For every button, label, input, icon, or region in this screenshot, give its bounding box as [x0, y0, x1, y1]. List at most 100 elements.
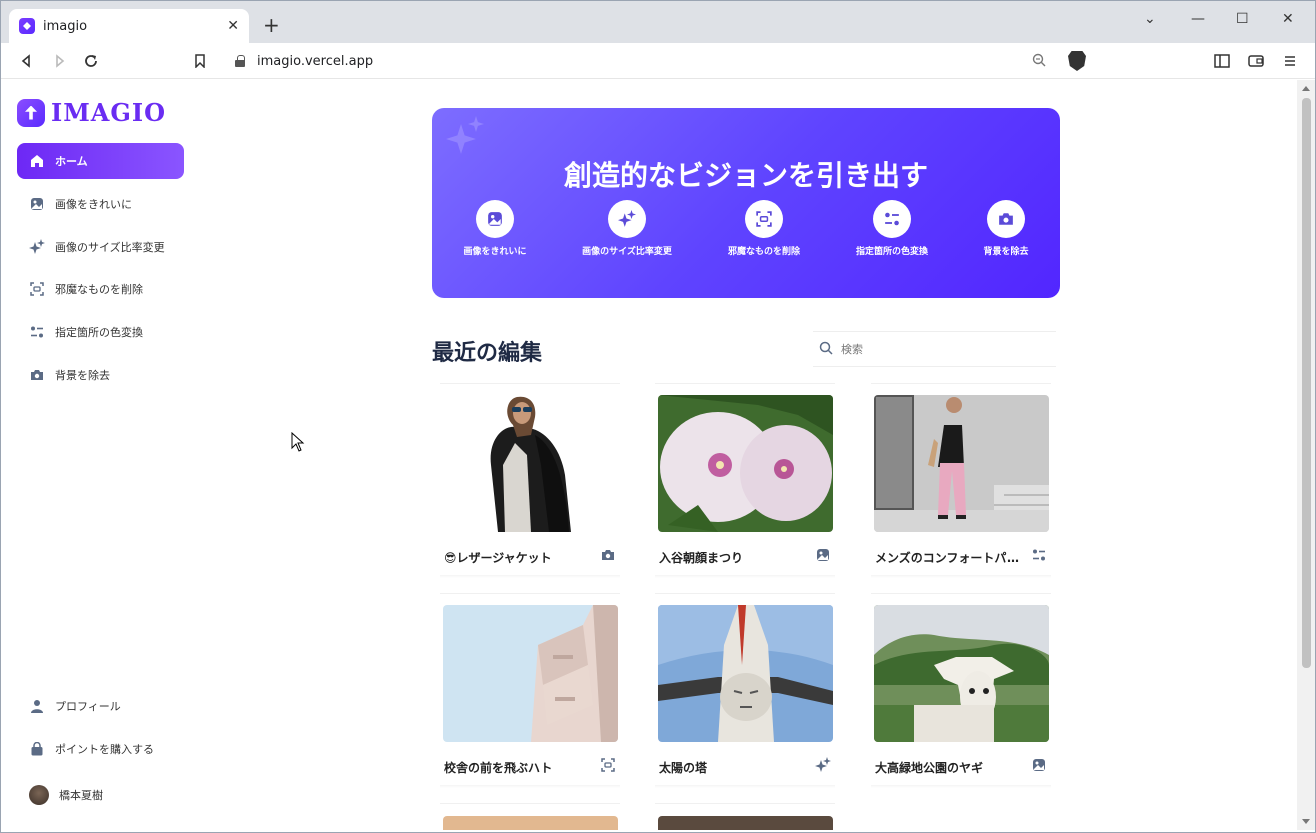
search-icon: [819, 340, 833, 359]
back-button[interactable]: [17, 51, 37, 71]
url-text: imagio.vercel.app: [257, 53, 374, 69]
scroll-down-icon[interactable]: [1302, 819, 1310, 824]
card-shadow: [440, 575, 620, 578]
sidebar-toggle-icon[interactable]: [1212, 51, 1232, 71]
mouse-cursor-icon: [291, 431, 305, 456]
logo-mark-icon: [17, 98, 45, 127]
bag-icon: [29, 741, 45, 757]
sidebar-item-label: 邪魔なものを削除: [55, 283, 143, 296]
card-thumbnail-partial[interactable]: [443, 816, 618, 830]
image-icon: [29, 196, 45, 212]
forward-button[interactable]: [49, 51, 69, 71]
divider: [440, 383, 620, 384]
tab-title: imagio: [43, 18, 88, 34]
recent-card[interactable]: 入谷朝顔まつり: [647, 383, 837, 578]
account-name: 橋本夏樹: [59, 789, 103, 802]
page-scrollbar[interactable]: [1297, 80, 1315, 830]
card-title: 太陽の塔: [659, 761, 708, 775]
card-thumbnail-tower-of-sun[interactable]: [658, 605, 833, 742]
erase-icon: [600, 757, 616, 773]
scroll-up-icon[interactable]: [1302, 86, 1310, 91]
card-thumbnail-partial[interactable]: [658, 816, 833, 830]
card-shadow: [655, 785, 835, 788]
sidebar-item-label: プロフィール: [55, 700, 121, 713]
reload-button[interactable]: [81, 51, 101, 71]
zoom-icon[interactable]: [1032, 53, 1046, 71]
hero-action-remove-background[interactable]: 背景を除去: [936, 200, 1060, 257]
hero-action-label: 背景を除去: [983, 247, 1029, 257]
sidebar-item-label: ホーム: [55, 155, 88, 168]
hero-action-label: 邪魔なものを削除: [727, 247, 800, 257]
recent-card[interactable]: メンズのコンフォートパンツ: [863, 383, 1053, 578]
imagio-logo[interactable]: IMAGIO: [17, 98, 166, 127]
recent-card[interactable]: 大高緑地公園のヤギ: [863, 593, 1053, 788]
divider: [655, 383, 835, 384]
menu-icon[interactable]: [1280, 51, 1300, 71]
hero-banner: 創造的なビジョンを引き出す 画像をきれいに 画像のサイズ比率変更 邪魔なものを削…: [432, 108, 1060, 298]
maximize-button[interactable]: ☐: [1236, 11, 1249, 27]
sidebar-item-enhance[interactable]: 画像をきれいに: [17, 186, 184, 222]
browser-window: imagio ✕ + ⌄ — ☐ ✕ imagio.vercel.app IMA…: [0, 0, 1316, 833]
imagio-favicon-icon: [19, 18, 35, 34]
hero-action-remove-object[interactable]: 邪魔なものを削除: [694, 200, 834, 257]
recent-card[interactable]: 太陽の塔: [647, 593, 837, 788]
sidebar-item-profile[interactable]: プロフィール: [17, 688, 184, 724]
sidebar-item-label: 画像をきれいに: [55, 198, 132, 211]
card-shadow: [871, 785, 1051, 788]
card-thumbnail-comfort-pants[interactable]: [874, 395, 1049, 532]
erase-icon: [745, 200, 783, 238]
user-icon: [29, 698, 45, 714]
card-thumbnail-leather-jacket[interactable]: [443, 395, 618, 532]
sidebar-item-resize[interactable]: 画像のサイズ比率変更: [17, 229, 184, 265]
wallet-icon[interactable]: [1246, 51, 1266, 71]
search-input[interactable]: [841, 342, 1041, 356]
new-tab-button[interactable]: +: [263, 15, 280, 35]
hero-action-enhance[interactable]: 画像をきれいに: [432, 200, 565, 257]
card-title: 😎レザージャケット: [444, 551, 552, 565]
sidebar-item-account[interactable]: 橋本夏樹: [17, 777, 184, 813]
sidebar-item-label: 背景を除去: [55, 369, 110, 382]
card-thumbnail-morning-glory[interactable]: [658, 395, 833, 532]
scroll-thumb[interactable]: [1302, 98, 1311, 668]
divider: [871, 383, 1051, 384]
sparkle-decoration-icon: [468, 116, 484, 132]
divider: [655, 593, 835, 594]
browser-tab[interactable]: imagio ✕: [9, 9, 249, 43]
search-box[interactable]: [813, 331, 1056, 367]
recent-card[interactable]: 校舎の前を飛ぶハト: [432, 593, 622, 788]
card-title: 入谷朝顔まつり: [659, 551, 744, 565]
card-shadow: [440, 785, 620, 788]
card-thumbnail-goat[interactable]: [874, 605, 1049, 742]
minimize-button[interactable]: —: [1191, 11, 1205, 27]
card-shadow: [655, 575, 835, 578]
hero-action-label: 画像をきれいに: [463, 247, 527, 257]
close-tab-icon[interactable]: ✕: [227, 18, 239, 34]
sidebar-item-home[interactable]: ホーム: [17, 143, 184, 179]
erase-icon: [29, 281, 45, 297]
image-icon: [815, 547, 831, 563]
card-thumbnail-pigeon[interactable]: [443, 605, 618, 742]
sparkle-icon: [815, 757, 831, 773]
sidebar-item-remove-background[interactable]: 背景を除去: [17, 357, 184, 393]
address-bar[interactable]: imagio.vercel.app: [223, 47, 1098, 75]
bookmark-icon[interactable]: [190, 51, 210, 71]
divider: [440, 803, 620, 804]
tab-bar: imagio ✕ + ⌄ — ☐ ✕: [1, 1, 1315, 43]
logo-text: IMAGIO: [51, 98, 167, 127]
brave-shield-icon[interactable]: [1068, 51, 1086, 71]
camera-icon: [29, 367, 45, 383]
image-icon: [476, 200, 514, 238]
recent-card[interactable]: 😎レザージャケット: [432, 383, 622, 578]
divider: [655, 803, 835, 804]
sidebar-item-buy-points[interactable]: ポイントを購入する: [17, 731, 184, 767]
sidebar-item-label: ポイントを購入する: [55, 743, 154, 756]
color-swap-icon: [873, 200, 911, 238]
sidebar-item-color-swap[interactable]: 指定箇所の色変換: [17, 314, 184, 350]
image-icon: [1031, 757, 1047, 773]
sidebar-item-remove-object[interactable]: 邪魔なものを削除: [17, 271, 184, 307]
sidebar-item-label: 指定箇所の色変換: [55, 326, 143, 339]
divider: [440, 593, 620, 594]
tab-search-icon[interactable]: ⌄: [1144, 11, 1156, 27]
hero-action-resize[interactable]: 画像のサイズ比率変更: [557, 200, 697, 257]
close-window-button[interactable]: ✕: [1282, 11, 1294, 27]
